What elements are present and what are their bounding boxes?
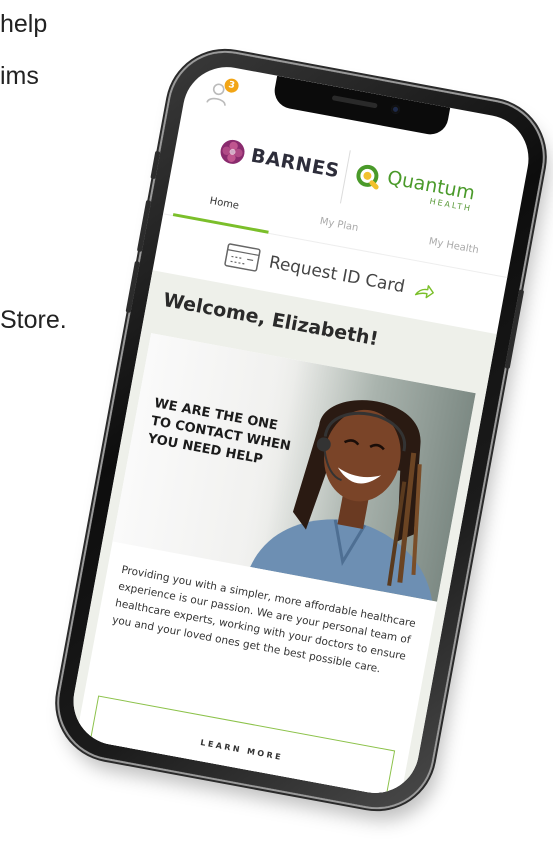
profile-button[interactable]: 3 xyxy=(204,77,240,110)
quantum-logo: Quantum HEALTH xyxy=(352,162,477,214)
learn-more-button[interactable]: LEARN MORE xyxy=(88,695,396,801)
background-text-claims: ims xyxy=(0,62,39,90)
id-card-icon xyxy=(224,243,261,272)
background-text-help: help xyxy=(0,10,48,38)
request-id-card-label: Request ID Card xyxy=(267,252,407,298)
background-text-store: Store. xyxy=(0,306,67,334)
quantum-wordmark: Quantum HEALTH xyxy=(384,167,476,214)
speaker-grille xyxy=(331,95,378,109)
phone-device: 3 BARNES Quantum HEALTH Home My Plan My … xyxy=(49,43,553,817)
page: help ims Store. 3 BARNES Quantum HEALTH … xyxy=(0,0,553,852)
barnes-logo: BARNES xyxy=(217,137,341,185)
phone-screen: 3 BARNES Quantum HEALTH Home My Plan My … xyxy=(66,59,536,801)
front-camera xyxy=(390,104,401,115)
quantum-q-icon xyxy=(356,164,379,190)
share-arrow-icon xyxy=(414,285,434,299)
promo-card: WE ARE THE ONE TO CONTACT WHEN YOU NEED … xyxy=(76,333,476,801)
barnes-wordmark: BARNES xyxy=(249,144,342,183)
barnes-flower-icon xyxy=(220,139,245,164)
support-agent-photo xyxy=(240,356,476,602)
